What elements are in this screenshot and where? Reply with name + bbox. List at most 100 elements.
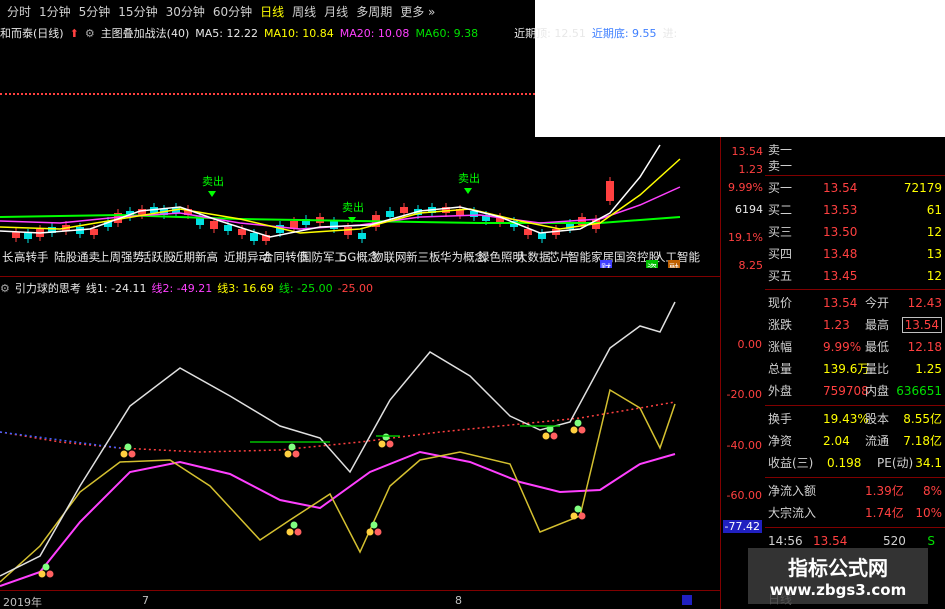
finance-value: 34.1	[915, 455, 942, 470]
period-tab-weekly[interactable]: 周线	[288, 3, 320, 20]
gravity-ball-icon	[542, 432, 550, 440]
finance-flag-tag[interactable]: 财	[600, 260, 612, 268]
dotted-support-line	[0, 93, 535, 95]
main-indicator-name[interactable]: 主图叠加战法(40)	[101, 25, 190, 41]
stat-value: 1.23	[823, 317, 850, 332]
candle-body	[358, 233, 366, 239]
sector-tag[interactable]: 物联网	[372, 249, 407, 265]
watermark: 指标公式网 www.zbgs3.com	[748, 548, 928, 604]
finance-label: 股本	[865, 412, 890, 426]
finance-value: 7.18亿	[903, 434, 942, 448]
period-toolbar: 分时 1分钟 5分钟 15分钟 30分钟 60分钟 日线 周线 月线 多周期 更…	[0, 0, 535, 22]
finance-flag-tag[interactable]: 融	[668, 260, 680, 268]
period-tab-60min[interactable]: 60分钟	[209, 3, 256, 20]
gravity-ball-icon	[574, 505, 582, 513]
finance-flag-tag[interactable]: 资	[646, 260, 658, 268]
finance-row: 净资 2.04 流通 7.18亿	[765, 430, 945, 451]
buy-order-price: 13.53	[823, 202, 858, 217]
sell-signal-label: 卖出	[202, 174, 224, 188]
divider	[765, 527, 945, 528]
period-tab-more[interactable]: 更多 »	[396, 3, 439, 20]
period-tab-daily[interactable]: 日线	[256, 3, 288, 20]
gravity-ball-icon	[46, 570, 54, 578]
period-tab-multi[interactable]: 多周期	[352, 3, 396, 20]
up-arrow-icon[interactable]: ⬆	[70, 27, 79, 40]
gravity-ball-icon	[294, 528, 302, 536]
flow-label: 净流入额	[768, 484, 817, 498]
sector-tag[interactable]: 活跃股	[140, 249, 175, 265]
gravity-ball-icon	[124, 443, 132, 451]
sector-tag[interactable]: 新三板	[406, 249, 441, 265]
tick-volume: 520	[883, 533, 906, 548]
buy-order-label: 买一	[768, 181, 793, 195]
gravity-ball-icon	[38, 570, 46, 578]
stat-row: 现价 13.54 今开 12.43	[765, 292, 945, 313]
finance-value: 8.55亿	[903, 412, 942, 426]
ma60-value: MA60: 9.38	[415, 26, 479, 40]
date-axis: 2019年 7 8	[0, 590, 720, 609]
recent-top-value: 近期顶: 12.51	[514, 27, 586, 40]
gear-icon[interactable]: ⚙	[85, 27, 95, 40]
gravity-ball-icon	[574, 419, 582, 427]
finance-label: PE(动)	[877, 456, 914, 470]
pane-divider[interactable]	[0, 276, 720, 277]
gravity-ball-icon	[382, 433, 390, 441]
candle-body	[238, 229, 246, 235]
sector-tag[interactable]: 高转手	[14, 249, 49, 265]
finance-label: 换手	[768, 412, 793, 426]
period-tab-5min[interactable]: 5分钟	[75, 3, 115, 20]
tick-flag: S	[927, 533, 935, 548]
period-tab-tick[interactable]: 分时	[3, 3, 35, 20]
stat-row: 涨幅 9.99% 最低 12.18	[765, 336, 945, 357]
gravity-ball-icon	[292, 450, 300, 458]
stat-value: 12.43	[907, 295, 942, 310]
scroll-marker[interactable]	[682, 595, 692, 605]
buy-order-row[interactable]: 买二 13.53 61	[765, 199, 945, 220]
flow-percent: 8%	[922, 483, 942, 498]
buy-order-row[interactable]: 买五 13.45 12	[765, 265, 945, 286]
buy-order-volume: 61	[926, 202, 942, 217]
indicator-name[interactable]: 引力球的思考	[15, 280, 81, 296]
divider	[765, 405, 945, 406]
flow-row: 大宗流入 1.74亿 10%	[765, 502, 945, 523]
quote-panel: 卖一 卖一 买一 13.54 72179 买二 13.53 61 买三 13.5…	[765, 137, 945, 609]
buy-order-label: 买五	[768, 269, 793, 283]
gravity-ball-icon	[570, 512, 578, 520]
stat-label: 现价	[768, 296, 793, 310]
period-tab-30min[interactable]: 30分钟	[162, 3, 209, 20]
period-tab-monthly[interactable]: 月线	[320, 3, 352, 20]
buy-order-row[interactable]: 买三 13.50 12	[765, 221, 945, 242]
period-tab-1min[interactable]: 1分钟	[35, 3, 75, 20]
buy-order-row[interactable]: 买四 13.48 13	[765, 243, 945, 264]
sector-tag[interactable]: 陆股通卖	[54, 249, 100, 265]
sector-tag[interactable]: 长	[2, 249, 14, 265]
indicator-chart[interactable]	[0, 296, 720, 590]
finance-value: 19.43%	[823, 411, 869, 426]
indicator-line4: 线: -25.00	[278, 282, 333, 295]
period-tab-15min[interactable]: 15分钟	[114, 3, 161, 20]
buy-order-label: 买二	[768, 203, 793, 217]
gear-icon[interactable]: ⚙	[0, 282, 10, 295]
price-axis: 13.54 1.23 9.99% 6194 19.1% 8.25	[722, 137, 765, 275]
sector-tag[interactable]: 大数据	[516, 249, 551, 265]
indicator-axis-label: -20.00	[726, 388, 762, 401]
indicator-line5: -25.00	[337, 281, 374, 295]
indicator-axis: 0.00 -20.00 -40.00 -60.00 -77.42	[722, 296, 765, 590]
buy-order-row[interactable]: 买一 13.54 72179	[765, 177, 945, 198]
gravity-ball-icon	[42, 563, 50, 571]
ma10-value: MA10: 10.84	[264, 26, 334, 40]
buy-order-volume: 13	[926, 246, 942, 261]
buy-order-price: 13.54	[823, 180, 858, 195]
stat-label: 总量	[768, 362, 793, 376]
sell-order-row[interactable]: 卖一	[765, 155, 945, 176]
gravity-ball-icon	[578, 512, 586, 520]
flow-row: 净流入额 1.39亿 8%	[765, 480, 945, 501]
stat-label: 涨跌	[768, 318, 793, 332]
sector-tag[interactable]: 上周强势	[98, 249, 144, 265]
stock-title: 和而泰(日线)	[0, 27, 64, 40]
sector-tag[interactable]: 近期新高	[172, 249, 218, 265]
baseline-blue-segment	[0, 431, 121, 449]
candle-body	[250, 233, 258, 241]
indicator-axis-label: -60.00	[726, 489, 762, 502]
sell-order-label: 卖一	[768, 159, 793, 173]
